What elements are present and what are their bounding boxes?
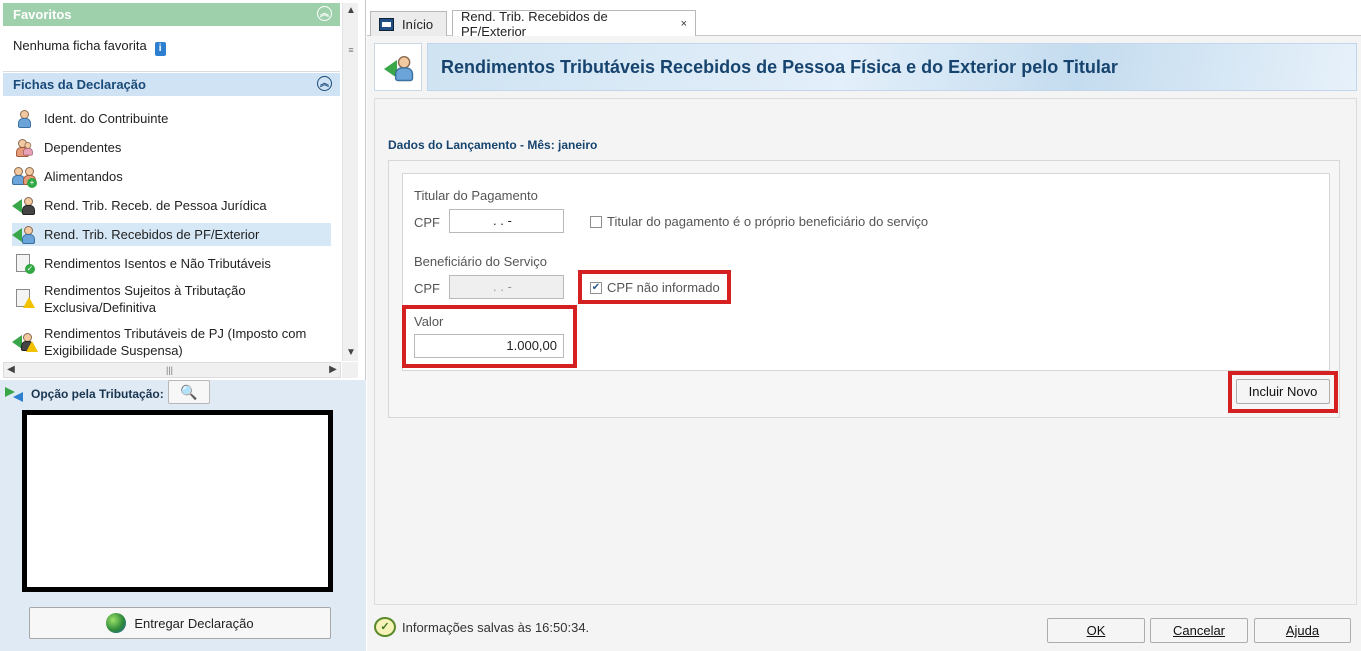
sidebar-item-label: Rend. Trib. Receb. de Pessoa Jurídica — [44, 198, 267, 213]
valor-label: Valor — [414, 314, 444, 329]
sidebar-item-ident-contribuinte[interactable]: Ident. do Contribuinte — [12, 107, 331, 130]
doc-warning-icon — [12, 288, 36, 310]
income-warning-icon — [12, 331, 38, 353]
section-title: Dados do Lançamento - Mês: janeiro — [388, 138, 598, 152]
vertical-scrollbar[interactable]: ▲ ≡ ▼ — [342, 3, 358, 361]
swap-arrows-icon — [5, 386, 25, 402]
scroll-down-icon[interactable]: ▼ — [343, 345, 359, 361]
cpf-nao-informado-checkbox[interactable]: ✔ — [590, 281, 602, 294]
cancelar-button[interactable]: Cancelar — [1150, 618, 1248, 643]
sidebar-item-rend-exigibilidade[interactable]: Rendimentos Tributáveis de PJ (Imposto c… — [12, 323, 331, 361]
page-header: Rendimentos Tributáveis Recebidos de Pes… — [374, 43, 1357, 91]
titular-beneficiario-label: Titular do pagamento é o próprio benefic… — [607, 214, 929, 229]
favoritos-header[interactable]: Favoritos ︽ — [3, 3, 340, 26]
collapse-fichas-icon[interactable]: ︽ — [317, 76, 332, 91]
tab-rend-label: Rend. Trib. Recebidos de PF/Exterior — [461, 8, 608, 39]
beneficiario-cpf-value: . . - — [493, 279, 512, 294]
sidebar-item-label: Rend. Trib. Recebidos de PF/Exterior — [44, 227, 260, 242]
tab-inicio[interactable]: Início — [370, 11, 447, 36]
sidebar-item-label: Rendimentos Tributáveis de PJ (Imposto c… — [44, 326, 307, 358]
horizontal-scrollbar[interactable]: ◀ ||| ▶ — [3, 362, 341, 378]
sidebar-item-dependentes[interactable]: Dependentes — [12, 136, 331, 159]
scroll-right-icon[interactable]: ▶ — [326, 363, 340, 377]
beneficiario-label: Beneficiário do Serviço — [414, 254, 547, 269]
scroll-up-icon[interactable]: ▲ — [343, 3, 359, 19]
result-display — [22, 410, 333, 592]
home-monitor-icon — [379, 17, 394, 31]
tab-bar: Início Rend. Trib. Recebidos de PF/Exter… — [367, 0, 1361, 39]
dependents-icon — [12, 137, 36, 159]
info-icon[interactable]: i — [154, 42, 166, 56]
income-pj-icon — [12, 195, 36, 217]
person-icon — [395, 56, 414, 82]
sidebar-item-rend-pj[interactable]: Rend. Trib. Receb. de Pessoa Jurídica — [12, 194, 331, 217]
scroll-left-icon[interactable]: ◀ — [4, 363, 18, 377]
globe-icon — [106, 613, 127, 633]
hscroll-grip-icon[interactable]: ||| — [166, 363, 173, 377]
titular-beneficiario-checkbox[interactable] — [590, 215, 602, 228]
add-person-icon: + — [12, 166, 37, 188]
page-title: Rendimentos Tributáveis Recebidos de Pes… — [441, 57, 1118, 77]
sidebar-item-alimentandos[interactable]: + Alimentandos — [12, 165, 331, 188]
search-button[interactable]: 🔍 — [168, 380, 210, 404]
sidebar-item-label: Dependentes — [44, 140, 122, 155]
favoritos-empty: Nenhuma ficha favorita i — [13, 38, 166, 56]
income-pf-icon — [12, 224, 36, 246]
sidebar-item-label: Rendimentos Sujeitos à Tributação Exclus… — [44, 283, 246, 315]
incluir-novo-button[interactable]: Incluir Novo — [1236, 379, 1330, 404]
opcao-tributacao-panel: Opção pela Tributação: 🔍 Entregar Declar… — [0, 380, 366, 651]
left-panel: Favoritos ︽ Nenhuma ficha favorita i Fich… — [0, 0, 366, 651]
page-title-bar: Rendimentos Tributáveis Recebidos de Pes… — [427, 43, 1357, 91]
favoritos-title: Favoritos — [13, 7, 72, 22]
collapse-favoritos-icon[interactable]: ︽ — [317, 6, 332, 21]
page-icon — [374, 43, 422, 91]
search-icon: 🔍 — [180, 384, 198, 400]
opcao-tributacao-label: Opção pela Tributação: — [5, 386, 164, 402]
beneficiario-cpf-input[interactable]: . . - — [449, 275, 564, 299]
tab-inicio-label: Início — [402, 16, 434, 32]
entregar-declaracao-button[interactable]: Entregar Declaração — [29, 607, 331, 639]
titular-cpf-label: CPF — [414, 215, 440, 230]
beneficiario-cpf-label: CPF — [414, 281, 440, 296]
saved-clock-icon: ✓ — [374, 617, 396, 637]
favoritos-empty-text: Nenhuma ficha favorita — [13, 38, 147, 53]
sidebar-item-label: Ident. do Contribuinte — [44, 111, 169, 126]
main-panel: Início Rend. Trib. Recebidos de PF/Exter… — [367, 0, 1361, 651]
titular-beneficiario-option[interactable]: Titular do pagamento é o próprio benefic… — [590, 214, 928, 229]
ok-button[interactable]: OK — [1047, 618, 1145, 643]
fichas-header[interactable]: Fichas da Declaração ︽ — [3, 73, 340, 96]
scroll-grip-icon[interactable]: ≡ — [347, 45, 355, 57]
sidebar-item-label: Rendimentos Isentos e Não Tributáveis — [44, 256, 271, 271]
titular-cpf-input[interactable]: . . - — [449, 209, 564, 233]
cpf-nao-informado-option[interactable]: ✔ CPF não informado — [590, 280, 720, 295]
ajuda-button[interactable]: Ajuda — [1254, 618, 1351, 643]
sidebar-item-rend-pf-exterior[interactable]: Rend. Trib. Recebidos de PF/Exterior — [12, 223, 331, 246]
valor-value: 1.000,00 — [506, 338, 557, 353]
divider — [3, 71, 340, 72]
status-bar: ✓ Informações salvas às 16:50:34. — [374, 617, 589, 637]
scroll-corner — [342, 362, 358, 378]
opcao-text: Opção pela Tributação: — [31, 387, 164, 401]
titular-label: Titular do Pagamento — [414, 188, 538, 203]
sidebar-item-rend-exclusiva[interactable]: Rendimentos Sujeitos à Tributação Exclus… — [12, 280, 331, 318]
entregar-label: Entregar Declaração — [134, 615, 254, 631]
sidebar-item-label: Alimentandos — [44, 169, 123, 184]
cpf-nao-informado-label: CPF não informado — [607, 280, 720, 295]
person-icon — [12, 108, 36, 130]
tab-rend-pf-exterior[interactable]: Rend. Trib. Recebidos de PF/Exterior × — [452, 8, 696, 39]
fichas-list: Ident. do Contribuinte Dependentes + Ali… — [0, 104, 340, 362]
sidebar-item-rend-isentos[interactable]: ✓ Rendimentos Isentos e Não Tributáveis — [12, 252, 331, 275]
fichas-title: Fichas da Declaração — [13, 77, 146, 92]
status-message: Informações salvas às 16:50:34. — [402, 619, 590, 635]
titular-cpf-value: . . - — [493, 213, 512, 228]
close-tab-icon[interactable]: × — [681, 18, 687, 30]
doc-check-icon: ✓ — [12, 253, 36, 275]
valor-input[interactable]: 1.000,00 — [414, 334, 564, 358]
